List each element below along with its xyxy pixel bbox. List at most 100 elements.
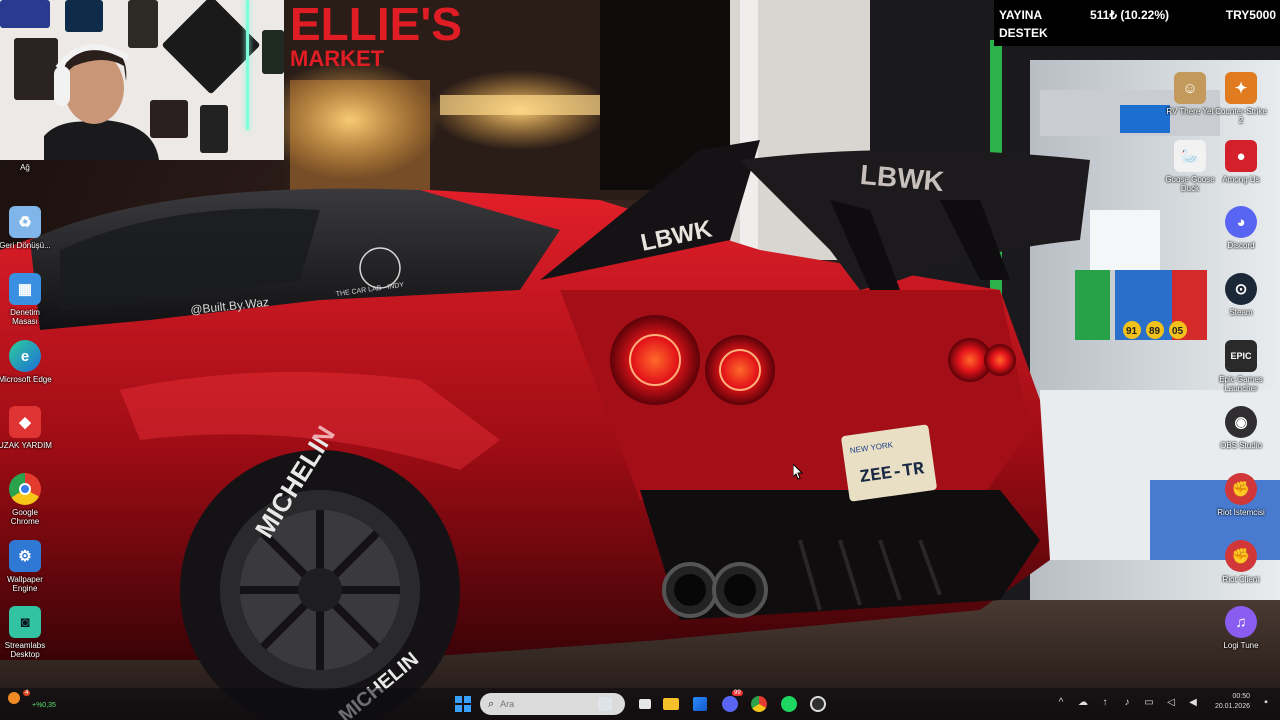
desktop-icon-label: Logi Tune [1223,641,1259,650]
logi-tune-icon: ♫ [1225,606,1257,638]
spotify-icon [781,696,797,712]
discord-icon [722,696,738,712]
goose-goose-duck-icon: 🦢 [1174,140,1206,172]
desktop-icon-label: Streamlabs Desktop [4,641,46,659]
task-view-icon [639,699,651,709]
taskbar-chrome[interactable] [749,694,769,714]
desktop-icon-label: Counter-Strike 2 [1215,107,1267,125]
desktop-icon-label: Wallpaper Engine [7,575,43,593]
counter-strike-icon: ✦ [1225,72,1257,104]
desktop-icon-riot-istemcisi[interactable]: ✊ Riot İstemcisi [1214,473,1268,517]
volume-icon[interactable]: ◀ [1187,696,1199,708]
arrow-up-icon[interactable]: ↑ [1099,696,1111,708]
desktop-icon-chrome[interactable]: Google Chrome [0,473,52,526]
taskbar-microsoft-store[interactable] [690,694,710,714]
clock[interactable]: 00:50 20.01.2026 [1215,692,1250,712]
taskbar-spotify[interactable] [779,694,799,714]
desktop-icon-label: RV There Yet [1166,107,1214,116]
search-icon: ⌕ [488,697,495,710]
riot-client-icon: ✊ [1225,540,1257,572]
windows-logo-icon [455,696,471,712]
taskbar-file-explorer[interactable] [661,694,681,714]
desktop-icon-edge[interactable]: e Microsoft Edge [0,340,52,384]
desktop-icon-wallpaper-engine[interactable]: ⚙ Wallpaper Engine [0,540,52,593]
mouse-cursor-icon [793,464,803,480]
desktop-icon-recycle-bin[interactable]: ♻ Geri Dönüşü... [0,206,52,250]
donation-amount: 511₺ (10.22%) [1090,8,1170,22]
desktop-icon-goose-goose-duck[interactable]: 🦢 Goose Goose Duck [1163,140,1217,193]
desktop-icon-control-panel[interactable]: ▦ Denetim Masası [0,273,52,326]
desktop-icon-label: Discord [1227,241,1255,250]
clock-date: 20.01.2026 [1214,703,1250,710]
chevron-up-icon[interactable]: ^ [1055,696,1067,708]
streamer-figure [44,44,159,160]
taskbar-search[interactable]: ⌕ [480,693,625,715]
store-icon [693,697,707,711]
obs-icon: ◉ [1225,406,1257,438]
copilot-icon[interactable] [598,697,613,711]
taskbar-discord[interactable]: 99 [720,690,743,714]
desktop-icon-network[interactable]: Ağ [0,160,52,172]
notification-badge: 99 [732,690,743,696]
speaker-icon[interactable]: ◁ [1165,696,1177,708]
donation-goal-widget: YAYINA DESTEK 511₺ (10.22%) TRY5000 [994,0,1280,46]
desktop-icon-steam[interactable]: ⊙ Steam [1214,273,1268,317]
rv-there-yet-icon: ☺ [1174,72,1206,104]
weather-badge: 4 [23,690,31,696]
chrome-icon [751,696,767,712]
remote-help-icon: ◆ [9,406,41,438]
desktop-icon-label: Riot Client [1222,575,1260,584]
desktop-icon-label: OBS Studio [1220,441,1262,450]
wallpaper-engine-icon: ⚙ [9,540,41,572]
recycle-bin-icon: ♻ [9,206,41,238]
streamlabs-icon: ◙ [9,606,41,638]
microphone-icon[interactable]: ♪ [1121,696,1133,708]
desktop-icon-discord[interactable]: ◕ Discord [1214,206,1268,250]
desktop-icon-riot-client[interactable]: ✊ Riot Client [1214,540,1268,584]
gas-price-1: 91 [1126,326,1138,337]
obs-icon [810,696,826,712]
weather-value: +%0,35 [32,702,56,709]
taskbar: 4 +%0,35 ⌕ 99 ^ ☁ ↑ ♪ ▭ ◁ ◀ 00:50 [0,688,1280,720]
desktop-icon-streamlabs[interactable]: ◙ Streamlabs Desktop [0,606,52,659]
desktop-icon-label: Geri Dönüşü... [0,241,51,250]
desktop-icon-label: Goose Goose Duck [1165,175,1215,193]
folder-icon [663,698,679,710]
system-tray: ^ ☁ ↑ ♪ ▭ ◁ ◀ 00:50 20.01.2026 ▪ [1055,692,1272,712]
among-us-icon: ● [1225,140,1257,172]
keyboard-icon[interactable]: ▭ [1143,696,1155,708]
desktop-icon-epic-games[interactable]: EPIC Epic Games Launcher [1214,340,1268,393]
riot-client-icon: ✊ [1225,473,1257,505]
webcam-overlay [0,0,284,160]
control-panel-icon: ▦ [9,273,41,305]
gas-price-2: 89 [1149,326,1161,337]
steam-icon: ⊙ [1225,273,1257,305]
desktop-icon-remote-help[interactable]: ◆ UZAK YARDIM [0,406,52,450]
desktop-icon-logi-tune[interactable]: ♫ Logi Tune [1214,606,1268,650]
notifications-icon[interactable]: ▪ [1260,696,1272,708]
desktop-icon-label: Google Chrome [10,508,40,526]
start-button[interactable] [453,694,473,714]
epic-games-icon: EPIC [1225,340,1257,372]
edge-icon: e [9,340,41,372]
store-sign-text: ELLIE'S [290,0,462,50]
cloud-icon[interactable]: ☁ [1077,696,1089,708]
taskbar-obs[interactable] [808,694,828,714]
desktop-icon-label: Among Us [1222,175,1260,184]
weather-icon [8,692,20,704]
task-view-button[interactable] [635,694,655,714]
desktop-icon-obs[interactable]: ◉ OBS Studio [1214,406,1268,450]
clock-time: 00:50 [1232,693,1250,700]
desktop-icon-label: Ağ [20,163,30,172]
desktop-icon-label: Microsoft Edge [0,375,52,384]
donation-label-line1: YAYINA [999,8,1043,22]
desktop-icon-rv-there-yet[interactable]: ☺ RV There Yet [1163,72,1217,116]
desktop-icon-label: Riot İstemcisi [1217,508,1265,517]
store-sign-text-2: MARKET [290,46,385,71]
desktop-icon-counter-strike[interactable]: ✦ Counter-Strike 2 [1214,72,1268,125]
donation-label-line2: DESTEK [999,26,1048,40]
desktop-icon-label: Steam [1229,308,1253,317]
search-input[interactable] [500,699,591,709]
weather-widget[interactable]: 4 +%0,35 [8,690,56,709]
desktop-icon-among-us[interactable]: ● Among Us [1214,140,1268,184]
